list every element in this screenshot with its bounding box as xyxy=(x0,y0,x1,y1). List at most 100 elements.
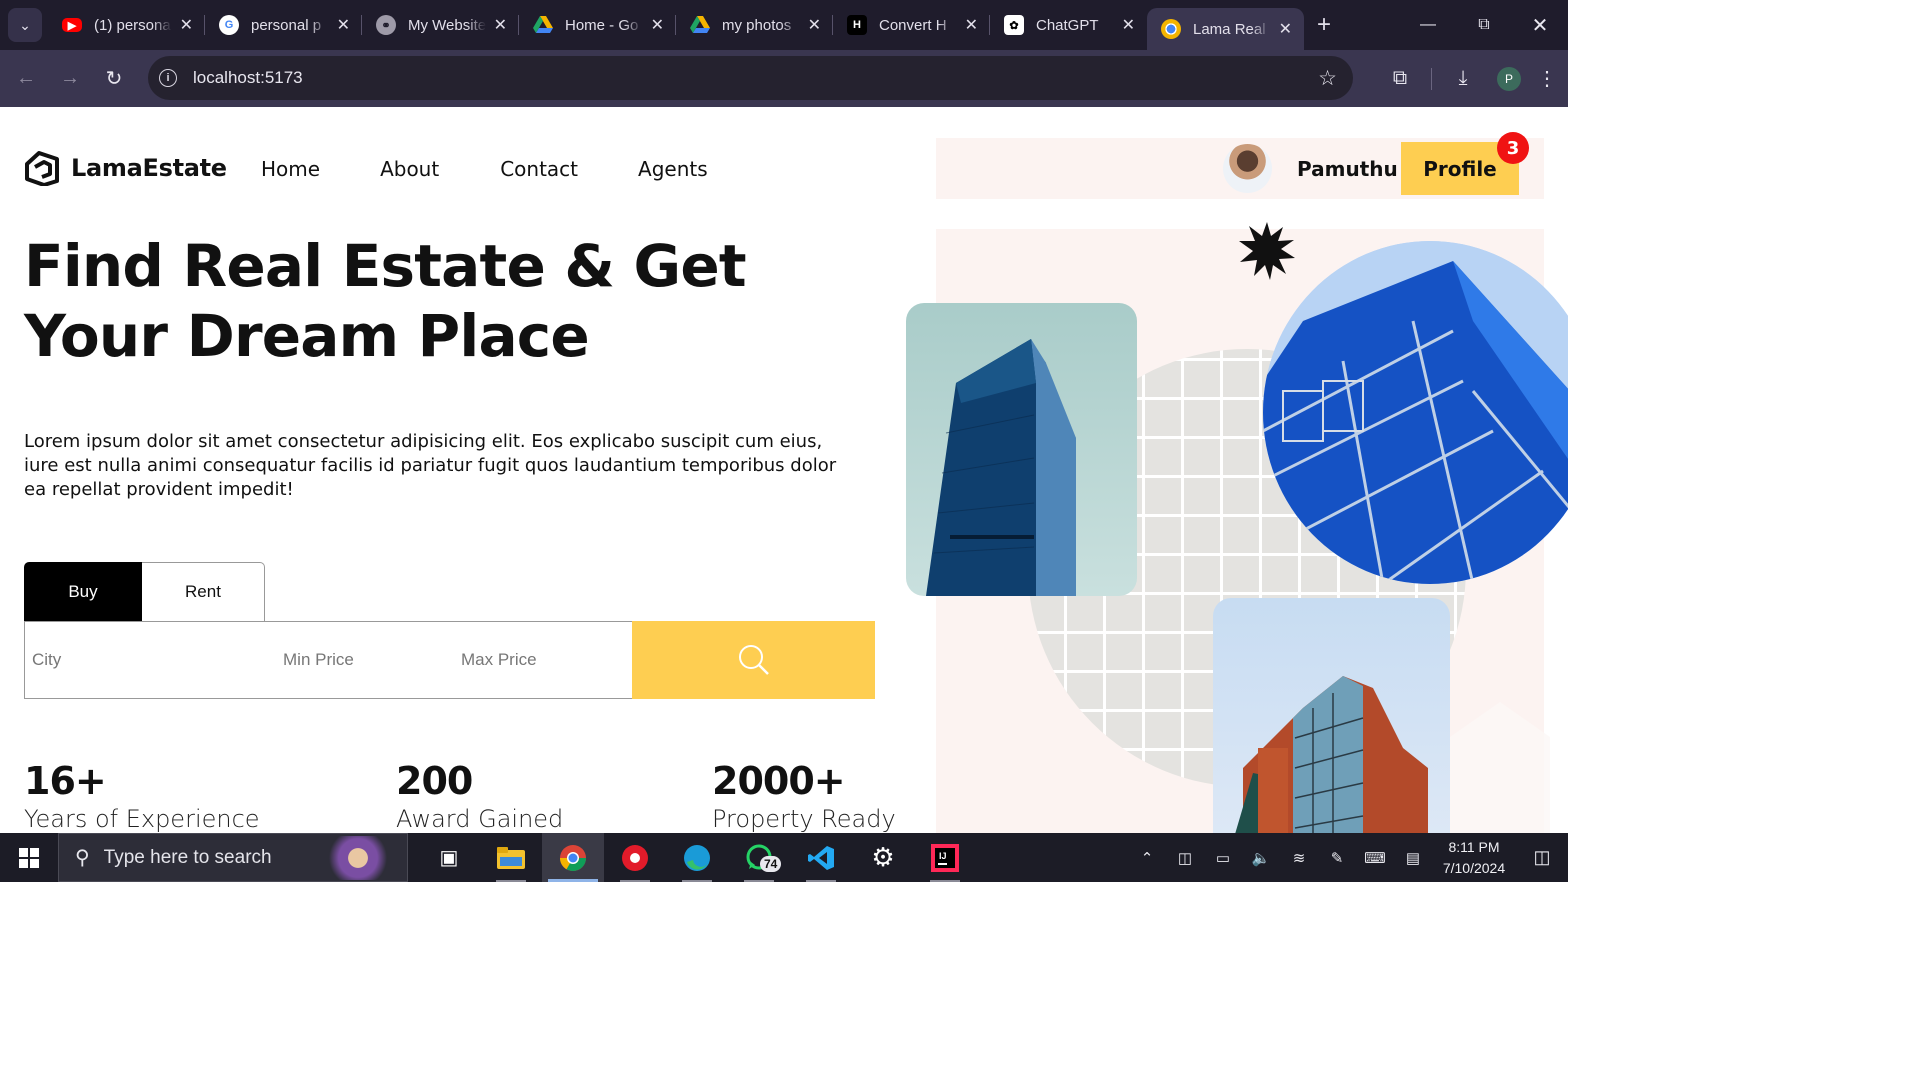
browser-tab[interactable]: G personal p ✕ xyxy=(205,0,362,50)
avatar[interactable] xyxy=(1223,144,1272,193)
stat-label: Award Gained xyxy=(396,805,564,833)
browser-profile-avatar[interactable]: P xyxy=(1497,66,1521,91)
edge-app[interactable] xyxy=(666,833,728,882)
battery-icon[interactable]: ▭ xyxy=(1204,849,1242,867)
system-tray: ⌃ ◫ ▭ 🔈 ≋ ✎ ⌨ ▤ 8:11 PM 7/10/2024 ◫ xyxy=(1128,833,1568,882)
tab-search-button[interactable]: ⌄ xyxy=(8,8,42,42)
settings-app[interactable]: ⚙ xyxy=(852,833,914,882)
search-icon: ⚲ xyxy=(75,847,90,869)
windows-taskbar: ⚲ Type here to search ▣ 74 ⚙ IJ ⌃ ◫ ▭ 🔈 … xyxy=(0,833,1568,882)
close-icon[interactable]: ✕ xyxy=(808,15,821,35)
minimize-icon: — xyxy=(1420,16,1436,33)
hero-title: Find Real Estate & Get Your Dream Place xyxy=(24,232,747,370)
browser-tab-bar: ⌄ ▶ (1) personal ✕ G personal p ✕ ⚭ My W… xyxy=(0,0,1568,50)
search-button[interactable] xyxy=(632,621,875,699)
notification-center-icon[interactable]: ◫ xyxy=(1516,847,1568,868)
drive-icon xyxy=(533,15,553,35)
close-icon[interactable]: ✕ xyxy=(494,15,507,35)
close-icon[interactable]: ✕ xyxy=(337,15,350,35)
address-bar[interactable]: i localhost:5173 ☆ xyxy=(148,56,1353,100)
edge-icon xyxy=(684,844,710,871)
chrome-profile-app[interactable] xyxy=(604,833,666,882)
stat-number: 16+ xyxy=(24,759,107,803)
gear-icon: ⚙ xyxy=(871,842,895,872)
download-icon[interactable]: ⤓ xyxy=(1440,67,1486,90)
close-window-button[interactable]: ✕ xyxy=(1512,0,1568,50)
file-explorer-app[interactable] xyxy=(480,833,542,882)
h-icon: H xyxy=(847,15,867,35)
close-icon[interactable]: ✕ xyxy=(965,15,978,35)
hero-description: Lorem ipsum dolor sit amet consectetur a… xyxy=(24,431,837,500)
taskbar-search[interactable]: ⚲ Type here to search xyxy=(58,833,408,882)
date: 7/10/2024 xyxy=(1442,859,1506,876)
browser-tab[interactable]: ▶ (1) personal ✕ xyxy=(48,0,205,50)
min-price-input[interactable] xyxy=(275,622,453,698)
windows-logo-icon xyxy=(19,847,39,868)
new-tab-button[interactable]: + xyxy=(1304,11,1344,39)
browser-tab[interactable]: H Convert H ✕ xyxy=(833,0,990,50)
close-icon[interactable]: ✕ xyxy=(180,15,193,35)
wifi-icon[interactable]: ≋ xyxy=(1280,849,1318,867)
display-icon[interactable]: ▤ xyxy=(1394,849,1432,867)
nav-contact[interactable]: Contact xyxy=(500,157,578,181)
browser-tab[interactable]: my photos ✕ xyxy=(676,0,833,50)
stat-number: 2000+ xyxy=(712,759,846,803)
close-icon[interactable]: ✕ xyxy=(1122,15,1135,35)
browser-tab-active[interactable]: Lama Real ✕ xyxy=(1147,8,1304,50)
reload-button[interactable]: ↻ xyxy=(92,66,136,91)
pen-icon[interactable]: ✎ xyxy=(1318,849,1356,867)
browser-tab[interactable]: ⚭ My Website ✕ xyxy=(362,0,519,50)
minimize-button[interactable]: — xyxy=(1400,0,1456,50)
chevron-up-icon[interactable]: ⌃ xyxy=(1128,849,1166,867)
tab-rent[interactable]: Rent xyxy=(142,562,265,621)
back-button[interactable]: ← xyxy=(4,67,48,90)
brand-logo[interactable]: LamaEstate xyxy=(24,150,227,186)
city-input[interactable] xyxy=(25,622,275,698)
close-icon[interactable]: ✕ xyxy=(651,15,664,35)
user-info[interactable]: Pamuthu xyxy=(1223,144,1398,193)
nav-agents[interactable]: Agents xyxy=(638,157,708,181)
user-name: Pamuthu xyxy=(1297,156,1398,181)
logo-icon xyxy=(25,151,59,186)
tab-buy[interactable]: Buy xyxy=(24,562,142,621)
vscode-icon xyxy=(808,845,834,870)
keyboard-icon[interactable]: ⌨ xyxy=(1356,849,1394,867)
chevron-down-icon: ⌄ xyxy=(19,16,31,33)
forward-button[interactable]: → xyxy=(48,67,92,90)
meet-now-icon[interactable]: ◫ xyxy=(1166,849,1204,867)
start-button[interactable] xyxy=(0,833,58,882)
search-type-tabs: Buy Rent xyxy=(24,562,265,621)
extensions-icon[interactable]: ⧉ xyxy=(1377,67,1423,90)
bookmark-star-icon[interactable]: ☆ xyxy=(1318,66,1337,91)
whatsapp-app[interactable]: 74 xyxy=(728,833,790,882)
more-menu-icon[interactable]: ⋮ xyxy=(1532,66,1562,91)
chatgpt-icon: ✿ xyxy=(1004,15,1024,35)
house-outline-decoration xyxy=(1450,702,1550,833)
tab-title: Convert H xyxy=(879,16,947,34)
nav-about[interactable]: About xyxy=(380,157,439,181)
main-nav: Home About Contact Agents xyxy=(261,157,768,181)
chrome-app[interactable] xyxy=(542,833,604,882)
tab-title: My Website xyxy=(408,16,486,34)
vscode-app[interactable] xyxy=(790,833,852,882)
max-price-input[interactable] xyxy=(453,622,631,698)
intellij-app[interactable]: IJ xyxy=(914,833,976,882)
url-text[interactable]: localhost:5173 xyxy=(193,68,303,88)
clock[interactable]: 8:11 PM 7/10/2024 xyxy=(1432,837,1516,879)
browser-tab[interactable]: Home - Go ✕ xyxy=(519,0,676,50)
svg-text:IJ: IJ xyxy=(939,851,947,861)
notification-badge: 3 xyxy=(1497,132,1529,164)
nav-home[interactable]: Home xyxy=(261,157,320,181)
chrome-profile-icon xyxy=(622,844,648,871)
arrow-right-icon: → xyxy=(60,67,80,89)
brand-name: LamaEstate xyxy=(71,154,227,182)
info-icon[interactable]: i xyxy=(159,69,177,87)
restore-button[interactable]: ⧉ xyxy=(1456,0,1512,50)
close-icon[interactable]: ✕ xyxy=(1279,19,1292,39)
task-view-button[interactable]: ▣ xyxy=(418,833,480,882)
tab-title: ChatGPT xyxy=(1036,16,1099,34)
google-icon: G xyxy=(219,15,239,35)
volume-icon[interactable]: 🔈 xyxy=(1242,849,1280,867)
youtube-icon: ▶ xyxy=(62,18,82,32)
browser-tab[interactable]: ✿ ChatGPT ✕ xyxy=(990,0,1147,50)
